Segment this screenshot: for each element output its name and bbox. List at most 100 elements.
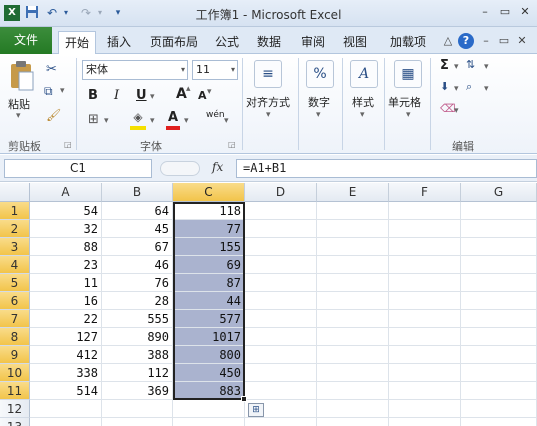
tab-review[interactable]: 审阅	[296, 31, 330, 54]
shrink-font-button[interactable]: A	[198, 89, 207, 102]
cell-e7[interactable]	[317, 310, 389, 328]
phonetic-button[interactable]: wén	[206, 110, 225, 120]
cell-a2[interactable]: 32	[30, 220, 102, 238]
cell-b7[interactable]: 555	[102, 310, 173, 328]
cell-c12[interactable]	[173, 400, 245, 418]
cell-f3[interactable]	[389, 238, 461, 256]
cell-g13[interactable]	[461, 418, 537, 426]
cell-a4[interactable]: 23	[30, 256, 102, 274]
paste-icon[interactable]	[8, 60, 36, 92]
row-header[interactable]: 10	[0, 364, 30, 382]
cell-f6[interactable]	[389, 292, 461, 310]
cell-b9[interactable]: 388	[102, 346, 173, 364]
cell-d7[interactable]	[245, 310, 317, 328]
row-header[interactable]: 6	[0, 292, 30, 310]
row-header[interactable]: 9	[0, 346, 30, 364]
cells-icon[interactable]: ▦	[394, 60, 422, 88]
row-header[interactable]: 4	[0, 256, 30, 274]
column-header-a[interactable]: A	[30, 183, 102, 202]
cell-c1[interactable]: 118	[173, 202, 245, 220]
row-header[interactable]: 8	[0, 328, 30, 346]
cell-g10[interactable]	[461, 364, 537, 382]
tab-home[interactable]: 开始	[58, 31, 96, 55]
cell-c8[interactable]: 1017	[173, 328, 245, 346]
cell-c3[interactable]: 155	[173, 238, 245, 256]
cell-f1[interactable]	[389, 202, 461, 220]
row-header[interactable]: 13	[0, 418, 30, 426]
styles-button[interactable]: 样式	[352, 94, 374, 110]
tab-formulas[interactable]: 公式	[210, 31, 244, 54]
column-header-g[interactable]: G	[461, 183, 537, 202]
workbook-minimize-button[interactable]: –	[478, 33, 494, 49]
sort-dropdown-icon[interactable]: ▾	[484, 62, 489, 72]
font-color-button[interactable]: A	[168, 110, 178, 125]
autosum-button[interactable]: Σ	[440, 58, 449, 73]
cell-g2[interactable]	[461, 220, 537, 238]
cell-e5[interactable]	[317, 274, 389, 292]
cell-f4[interactable]	[389, 256, 461, 274]
cell-b6[interactable]: 28	[102, 292, 173, 310]
borders-dropdown-icon[interactable]: ▾	[104, 116, 109, 126]
column-header-b[interactable]: B	[102, 183, 173, 202]
cell-g7[interactable]	[461, 310, 537, 328]
row-header[interactable]: 5	[0, 274, 30, 292]
cut-icon[interactable]: ✂	[46, 62, 57, 77]
cell-c2[interactable]: 77	[173, 220, 245, 238]
close-button[interactable]: ✕	[516, 4, 534, 20]
cell-c5[interactable]: 87	[173, 274, 245, 292]
cell-c10[interactable]: 450	[173, 364, 245, 382]
styles-dropdown-icon[interactable]: ▾	[360, 110, 365, 120]
alignment-dropdown-icon[interactable]: ▾	[266, 110, 271, 120]
format-painter-icon[interactable]: 🖌	[46, 108, 61, 122]
alignment-button[interactable]: 对齐方式	[246, 94, 290, 110]
cell-d13[interactable]	[245, 418, 317, 426]
fill-dropdown-icon[interactable]: ▾	[454, 84, 459, 94]
cell-d2[interactable]	[245, 220, 317, 238]
column-header-d[interactable]: D	[245, 183, 317, 202]
cell-c13[interactable]	[173, 418, 245, 426]
cell-b3[interactable]: 67	[102, 238, 173, 256]
cell-f11[interactable]	[389, 382, 461, 400]
cell-e9[interactable]	[317, 346, 389, 364]
cell-e8[interactable]	[317, 328, 389, 346]
cell-c11[interactable]: 883	[173, 382, 245, 400]
font-launcher-icon[interactable]: ◲	[228, 140, 236, 149]
copy-icon[interactable]: ⧉	[44, 84, 53, 99]
cell-a7[interactable]: 22	[30, 310, 102, 328]
column-header-f[interactable]: F	[389, 183, 461, 202]
tab-page-layout[interactable]: 页面布局	[144, 31, 204, 54]
cell-c4[interactable]: 69	[173, 256, 245, 274]
cell-b1[interactable]: 64	[102, 202, 173, 220]
sort-filter-icon[interactable]: ⇅	[466, 58, 475, 71]
cell-d10[interactable]	[245, 364, 317, 382]
row-header[interactable]: 7	[0, 310, 30, 328]
cell-b12[interactable]	[102, 400, 173, 418]
paste-dropdown-icon[interactable]: ▾	[16, 111, 21, 121]
column-header-e[interactable]: E	[317, 183, 389, 202]
cell-d9[interactable]	[245, 346, 317, 364]
cell-a10[interactable]: 338	[30, 364, 102, 382]
workbook-close-button[interactable]: ✕	[514, 33, 530, 49]
underline-dropdown-icon[interactable]: ▾	[150, 92, 155, 102]
clear-dropdown-icon[interactable]: ▾	[454, 106, 459, 116]
cell-g12[interactable]	[461, 400, 537, 418]
fill-handle[interactable]	[241, 396, 247, 402]
cell-a12[interactable]	[30, 400, 102, 418]
fill-color-dropdown-icon[interactable]: ▾	[150, 116, 155, 126]
underline-button[interactable]: U	[136, 88, 147, 103]
workbook-restore-button[interactable]: ▭	[496, 33, 512, 49]
cell-d1[interactable]	[245, 202, 317, 220]
row-header[interactable]: 3	[0, 238, 30, 256]
cell-f8[interactable]	[389, 328, 461, 346]
cell-a1[interactable]: 54	[30, 202, 102, 220]
cell-f2[interactable]	[389, 220, 461, 238]
formula-input[interactable]: =A1+B1	[236, 159, 537, 178]
cell-g3[interactable]	[461, 238, 537, 256]
row-header[interactable]: 1	[0, 202, 30, 220]
cell-e11[interactable]	[317, 382, 389, 400]
cell-f7[interactable]	[389, 310, 461, 328]
cell-e3[interactable]	[317, 238, 389, 256]
cell-g11[interactable]	[461, 382, 537, 400]
cell-b5[interactable]: 76	[102, 274, 173, 292]
font-name-select[interactable]: 宋体 ▾	[82, 60, 188, 80]
